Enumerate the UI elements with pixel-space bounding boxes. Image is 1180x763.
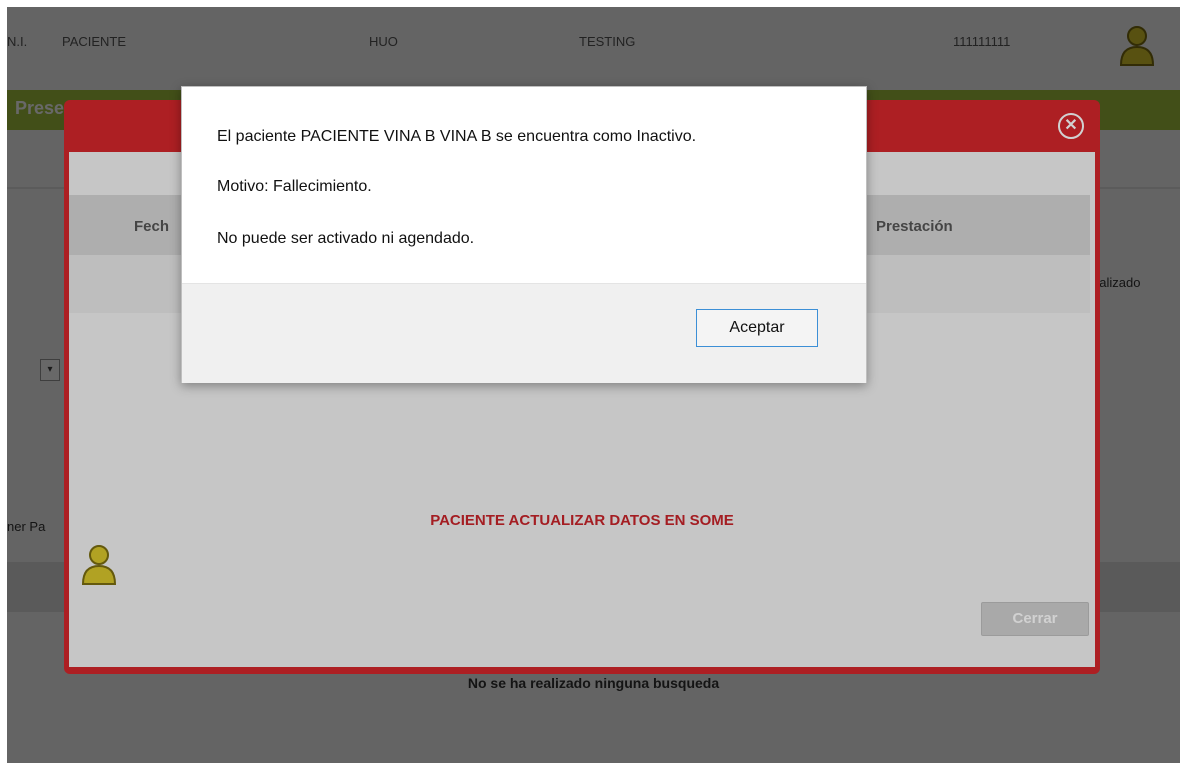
dialog-message-restriction: No puede ser activado ni agendado.: [217, 230, 475, 247]
aceptar-button[interactable]: Aceptar: [696, 309, 818, 347]
dialog-message-status: El paciente PACIENTE VINA B VINA B se en…: [217, 128, 697, 145]
dialog-message-reason: Motivo: Fallecimiento.: [217, 178, 372, 195]
dialog-footer: Aceptar: [182, 283, 866, 383]
inactive-patient-dialog: El paciente PACIENTE VINA B VINA B se en…: [181, 86, 867, 383]
dialog-body: El paciente PACIENTE VINA B VINA B se en…: [182, 87, 866, 283]
